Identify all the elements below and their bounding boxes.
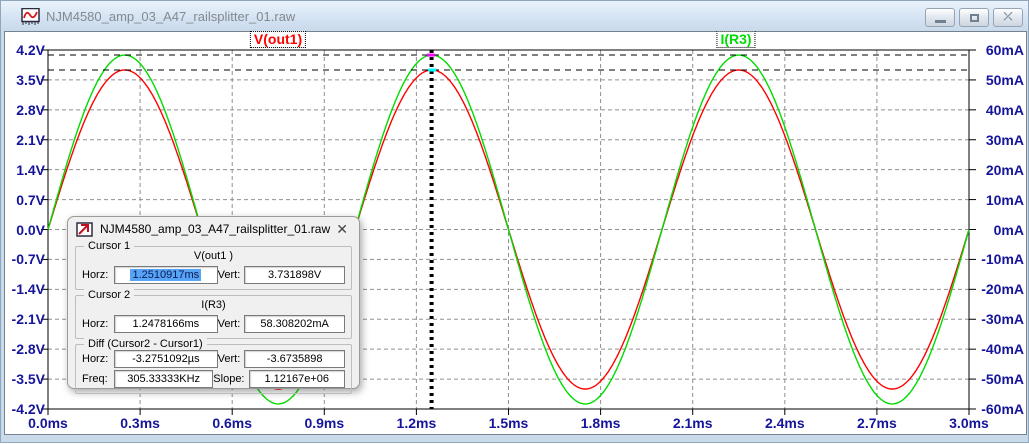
selected-text: 1.2510917ms xyxy=(130,269,201,281)
axis-tick-label: 0.0ms xyxy=(18,415,78,431)
axis-tick-label: 0.0V xyxy=(5,222,45,238)
axis-tick-label: 0.7V xyxy=(5,192,45,208)
axis-tick-label: 2.8V xyxy=(5,102,45,118)
cursor1-legend: Cursor 1 xyxy=(84,240,134,252)
diff-legend: Diff (Cursor2 - Cursor1) xyxy=(84,338,207,350)
axis-tick-label: 40mA xyxy=(978,102,1024,118)
cursor1-horz-label: Horz: xyxy=(82,269,114,281)
axis-tick-label: 0.6ms xyxy=(202,415,262,431)
axis-tick-label: 2.1ms xyxy=(663,415,723,431)
trace-label-ir3[interactable]: I(R3) xyxy=(716,31,755,48)
axis-tick-label: -2.8V xyxy=(5,341,45,357)
diff-slope-field[interactable]: 1.12167e+06 xyxy=(249,370,346,388)
axis-tick-label: 1.4V xyxy=(5,162,45,178)
axis-tick-label: 0mA xyxy=(978,222,1024,238)
diff-slope-label: Slope: xyxy=(213,373,248,385)
axis-tick-label: 3.5V xyxy=(5,72,45,88)
diff-freq-label: Freq: xyxy=(82,373,114,385)
diff-freq-field[interactable]: 305.33333KHz xyxy=(114,370,213,388)
cursor1-trace-name: V(out1 ) xyxy=(82,250,345,264)
axis-tick-label: -40mA xyxy=(978,341,1024,357)
cursor2-legend: Cursor 2 xyxy=(84,289,134,301)
cursor1-vert-label: Vert: xyxy=(218,269,245,281)
axis-tick-label: 50mA xyxy=(978,72,1024,88)
axis-tick-label: 1.2ms xyxy=(386,415,446,431)
axis-tick-label: 20mA xyxy=(978,162,1024,178)
axis-tick-label: 1.5ms xyxy=(479,415,539,431)
cursor2-trace-name: I(R3) xyxy=(82,299,345,313)
close-icon[interactable]: ✕ xyxy=(333,221,351,238)
axis-tick-label: -0.7V xyxy=(5,251,45,267)
trace-label-vout1[interactable]: V(out1) xyxy=(250,31,306,48)
cursor1-horz-field[interactable]: 1.2510917ms xyxy=(114,266,218,284)
cursor1-vert-field[interactable]: 3.731898V xyxy=(244,266,345,284)
axis-tick-label: 0.3ms xyxy=(110,415,170,431)
axis-tick-label: -20mA xyxy=(978,281,1024,297)
diff-horz-label: Horz: xyxy=(82,353,114,365)
diff-vert-field[interactable]: -3.6735898 xyxy=(244,350,345,368)
cursor2-vert-field[interactable]: 58.308202mA xyxy=(244,315,345,333)
axis-tick-label: 60mA xyxy=(978,42,1024,58)
axis-tick-label: -30mA xyxy=(978,311,1024,327)
axis-tick-label: -1.4V xyxy=(5,281,45,297)
cursor-dialog-titlebar[interactable]: NJM4580_amp_03_A47_railsplitter_01.raw ✕ xyxy=(68,217,359,241)
cursor2-vert-label: Vert: xyxy=(218,318,245,330)
diff-horz-field[interactable]: -3.2751092µs xyxy=(114,350,218,368)
axis-tick-label: 30mA xyxy=(978,132,1024,148)
axis-tick-label: 4.2V xyxy=(5,42,45,58)
axis-tick-label: -3.5V xyxy=(5,371,45,387)
ltspice-icon xyxy=(76,222,93,237)
axis-tick-label: 3.0ms xyxy=(939,415,999,431)
cursor2-horz-label: Horz: xyxy=(82,318,114,330)
axis-tick-label: -2.1V xyxy=(5,311,45,327)
cursor1-group: Cursor 1 V(out1 ) Horz: 1.2510917ms Vert… xyxy=(75,246,352,290)
axis-tick-label: 0.9ms xyxy=(294,415,354,431)
cursor2-group: Cursor 2 I(R3) Horz: 1.2478166ms Vert: 5… xyxy=(75,295,352,339)
diff-vert-label: Vert: xyxy=(218,353,245,365)
axis-tick-label: 10mA xyxy=(978,192,1024,208)
ltspice-waveform-window: NJM4580_amp_03_A47_railsplitter_01.raw ⤫… xyxy=(0,0,1029,443)
axis-tick-label: -10mA xyxy=(978,251,1024,267)
cursor-dialog[interactable]: NJM4580_amp_03_A47_railsplitter_01.raw ✕… xyxy=(67,216,360,389)
cursor-dialog-title: NJM4580_amp_03_A47_railsplitter_01.raw xyxy=(100,222,333,236)
axis-tick-label: 2.4ms xyxy=(755,415,815,431)
cursor2-horz-field[interactable]: 1.2478166ms xyxy=(114,315,218,333)
axis-tick-label: -50mA xyxy=(978,371,1024,387)
axis-tick-label: 1.8ms xyxy=(571,415,631,431)
axis-tick-label: 2.1V xyxy=(5,132,45,148)
diff-group: Diff (Cursor2 - Cursor1) Horz: -3.275109… xyxy=(75,344,352,394)
axis-tick-label: 2.7ms xyxy=(847,415,907,431)
